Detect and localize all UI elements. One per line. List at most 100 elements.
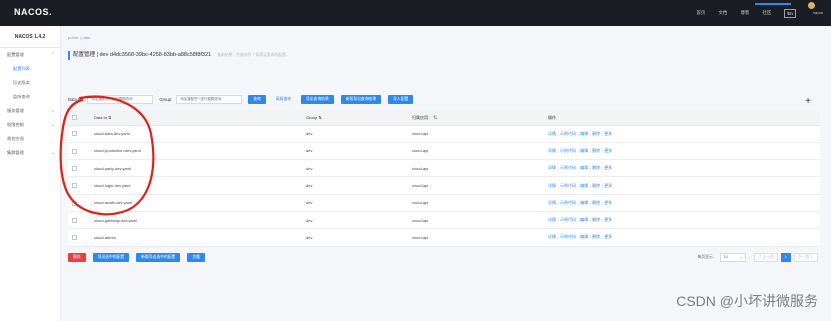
app-cell: cloud-api (408, 194, 544, 212)
next-page-button[interactable]: 下一页 〉 (793, 253, 818, 262)
more-link[interactable]: 更多 (604, 200, 612, 205)
sample-code-link[interactable]: 示例代码 (560, 217, 576, 222)
query-button[interactable]: 查询 (248, 94, 266, 104)
nav-docs[interactable]: 文档 (718, 10, 727, 16)
nav-blog[interactable]: 博客 (740, 10, 749, 16)
user-name[interactable]: nacos (813, 11, 823, 15)
op-separator: | (601, 147, 603, 153)
op-separator: | (577, 217, 579, 223)
row-checkbox[interactable] (72, 217, 77, 223)
delete-link[interactable]: 删除 (592, 131, 600, 136)
edit-link[interactable]: 编辑 (580, 200, 588, 205)
col-dataid[interactable]: Data Id ⇅ (90, 111, 302, 126)
sample-code-link[interactable]: 示例代码 (560, 234, 576, 239)
nav-home[interactable]: 首页 (696, 10, 705, 16)
clone-button[interactable]: 克隆 (187, 253, 205, 262)
edit-link[interactable]: 编辑 (580, 217, 588, 222)
ops-cell: 详情 | 示例代码 | 编辑 | 删除 | 更多 (544, 228, 820, 247)
sidebar-item[interactable]: 配置列表 (0, 62, 60, 76)
sidebar-item[interactable]: 权限控制 ⌄ (0, 118, 60, 132)
delete-link[interactable]: 删除 (592, 165, 600, 170)
op-separator: | (557, 165, 559, 171)
row-checkbox[interactable] (72, 131, 77, 137)
select-all-checkbox[interactable] (72, 115, 77, 121)
edit-link[interactable]: 编辑 (580, 165, 588, 170)
sidebar-item[interactable]: 服务管理 ⌄ (0, 104, 60, 118)
ops-cell: 详情 | 示例代码 | 编辑 | 删除 | 更多 (544, 125, 820, 143)
table-row: cloud-gateway-dev.yaml dev cloud-api 详情 | 示例代… (68, 211, 820, 230)
namespace-breadcrumb: public | dev (68, 35, 90, 40)
detail-link[interactable]: 详情 (548, 131, 556, 136)
app-cell: cloud-api (408, 176, 544, 195)
current-page-button[interactable]: 1 (780, 253, 791, 262)
more-link[interactable]: 更多 (604, 165, 612, 170)
sidebar-item-label: 权限控制 (7, 122, 24, 127)
detail-link[interactable]: 详情 (548, 234, 556, 239)
page-title-text: 配置管理 | dev d4dc3568-39bc-4258-83bb-a88c5… (73, 52, 212, 58)
sidebar-item[interactable]: 集群管理 ⌄ (0, 146, 60, 160)
export-query-new-button[interactable]: 新版导出查询结果 (340, 94, 382, 104)
detail-link[interactable]: 详情 (548, 148, 556, 153)
add-config-icon[interactable]: + (805, 97, 811, 107)
delete-link[interactable]: 删除 (592, 183, 600, 188)
page-size-select[interactable]: 10 ⌄ (719, 253, 746, 262)
page-size-value: 10 (723, 255, 728, 259)
nacos-logo[interactable]: NACOS. (14, 7, 52, 17)
sample-code-link[interactable]: 示例代码 (560, 183, 576, 188)
edit-link[interactable]: 编辑 (580, 131, 588, 136)
language-switch-button[interactable]: En (784, 8, 796, 18)
export-query-button[interactable]: 导出查询结果 (300, 94, 334, 104)
chevron-icon: ⌄ (50, 122, 55, 128)
nav-community[interactable]: 社区 (762, 10, 771, 16)
sidebar-item[interactable]: 命名空间 (0, 132, 60, 146)
col-group[interactable]: Group ⇅ (302, 111, 408, 126)
sample-code-link[interactable]: 示例代码 (560, 148, 576, 153)
row-checkbox[interactable] (72, 148, 77, 154)
edit-link[interactable]: 编辑 (580, 148, 588, 153)
detail-link[interactable]: 详情 (548, 200, 556, 205)
delete-link[interactable]: 删除 (592, 217, 600, 222)
col-app[interactable]: 归属应用： ⇅ (408, 111, 544, 126)
row-select-cell (68, 125, 90, 143)
edit-link[interactable]: 编辑 (580, 234, 588, 239)
dataid-search-input[interactable] (87, 94, 154, 104)
row-checkbox[interactable] (72, 200, 77, 206)
import-config-button[interactable]: 导入配置 (388, 94, 414, 104)
sidebar-item[interactable]: 监听查询 (0, 90, 60, 104)
more-link[interactable]: 更多 (604, 234, 612, 239)
sidebar-item-label: 配置管理 (7, 52, 24, 57)
export-selected-button[interactable]: 导出选中的配置 (92, 253, 130, 262)
prev-page-button[interactable]: 〈 上一页 (753, 253, 778, 262)
row-checkbox[interactable] (72, 165, 77, 171)
sample-code-link[interactable]: 示例代码 (560, 165, 576, 170)
detail-link[interactable]: 详情 (548, 183, 556, 188)
detail-link[interactable]: 详情 (548, 165, 556, 170)
delete-link[interactable]: 删除 (592, 200, 600, 205)
op-separator: | (557, 234, 559, 240)
delete-selected-button[interactable]: 删除 (68, 253, 86, 262)
sidebar-item[interactable]: 配置管理 ⌃ (0, 48, 60, 62)
more-link[interactable]: 更多 (604, 148, 612, 153)
advanced-query-link[interactable]: 高级查询 (273, 95, 294, 104)
sample-code-link[interactable]: 示例代码 (560, 131, 576, 136)
group-cell: dev (302, 159, 408, 178)
sidebar-item[interactable]: 历史版本 (0, 76, 60, 90)
more-link[interactable]: 更多 (604, 217, 612, 222)
op-separator: | (589, 165, 591, 171)
delete-link[interactable]: 删除 (592, 148, 600, 153)
sidebar-item-label: 服务管理 (7, 108, 24, 113)
more-link[interactable]: 更多 (604, 131, 612, 136)
export-selected-new-button[interactable]: 新版导出选中的配置 (136, 253, 181, 262)
namespace-dev[interactable]: dev (84, 35, 90, 40)
dataid-cell: cloud-production-dev.yaml (90, 142, 302, 161)
delete-link[interactable]: 删除 (592, 234, 600, 239)
chevron-icon: ⌄ (50, 108, 55, 114)
group-search-input[interactable] (176, 94, 243, 104)
row-checkbox[interactable] (72, 183, 77, 189)
edit-link[interactable]: 编辑 (580, 183, 588, 188)
namespace-public[interactable]: public (68, 35, 78, 40)
more-link[interactable]: 更多 (604, 183, 612, 188)
detail-link[interactable]: 详情 (548, 217, 556, 222)
sample-code-link[interactable]: 示例代码 (560, 200, 576, 205)
row-checkbox[interactable] (72, 235, 77, 241)
